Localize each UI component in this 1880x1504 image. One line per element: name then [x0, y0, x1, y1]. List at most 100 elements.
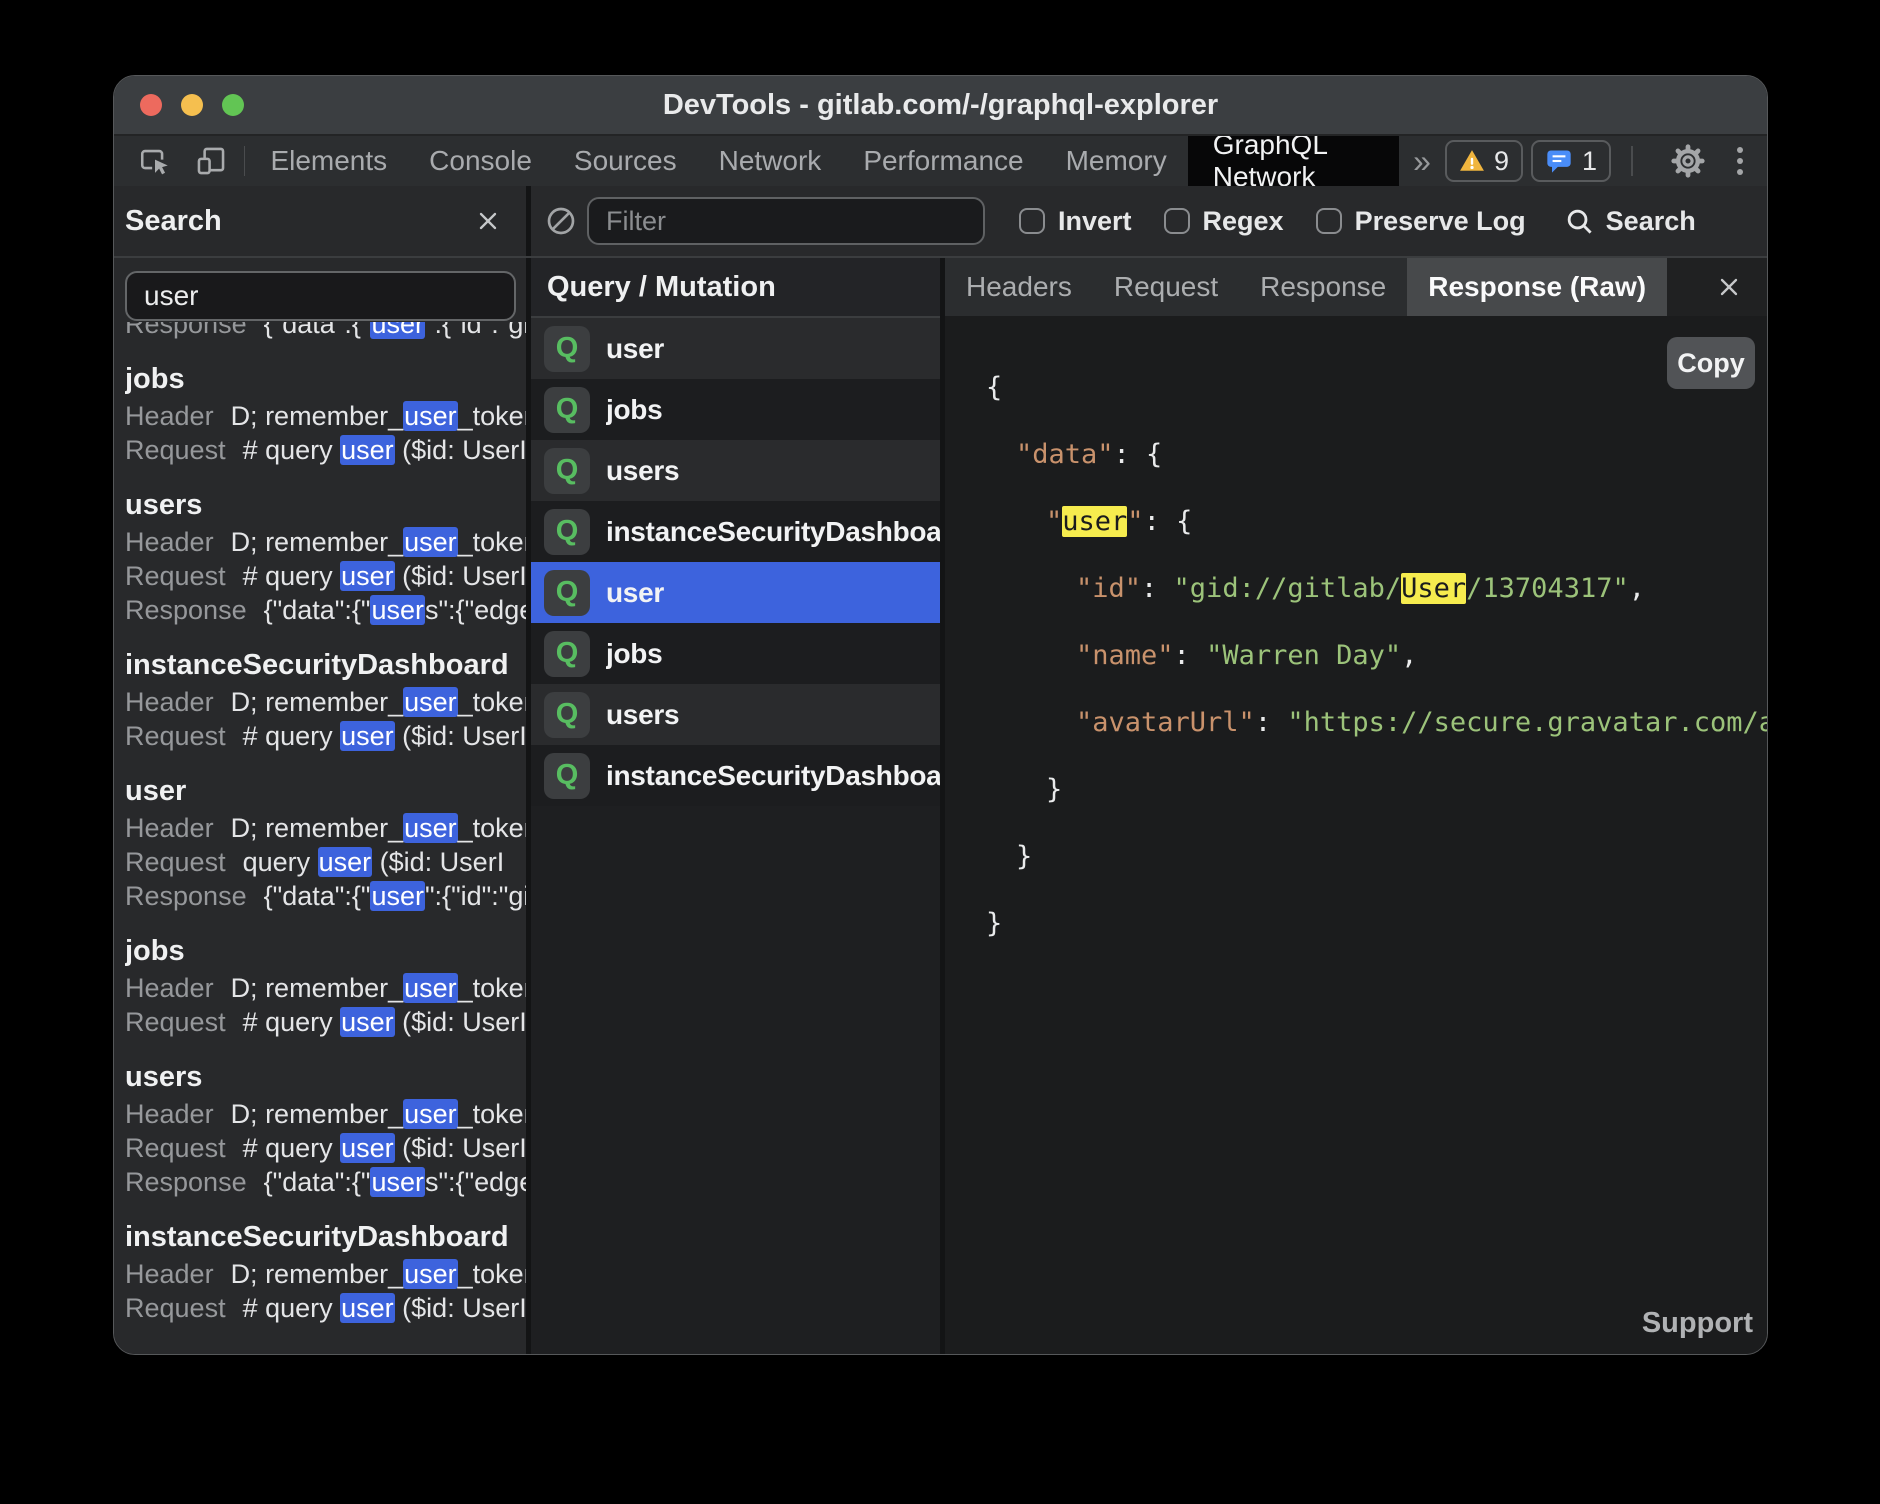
- tab-headers[interactable]: Headers: [945, 258, 1093, 316]
- query-item[interactable]: Qusers: [531, 440, 940, 501]
- filter-option-invert[interactable]: Invert: [1019, 206, 1132, 237]
- result-row[interactable]: HeaderD; remember_user_token=e: [125, 971, 526, 1005]
- result-row[interactable]: HeaderD; remember_user_token=e: [125, 1257, 526, 1291]
- result-row[interactable]: HeaderD; remember_user_token=e: [125, 685, 526, 719]
- screen: DevTools - gitlab.com/-/graphql-explorer: [0, 0, 1880, 1504]
- support-link[interactable]: Support: [1642, 1307, 1753, 1340]
- filter-input[interactable]: [587, 197, 985, 245]
- minimize-window-button[interactable]: [181, 94, 203, 116]
- result-row-text: ":{"id":"gid: [425, 322, 526, 339]
- close-detail-icon[interactable]: [1715, 273, 1743, 301]
- json-token: }: [1046, 774, 1062, 805]
- query-item-label: instanceSecurityDashboard: [606, 516, 940, 548]
- close-window-button[interactable]: [140, 94, 162, 116]
- query-item[interactable]: Qjobs: [531, 379, 940, 440]
- result-row-label: Response: [125, 1167, 247, 1197]
- query-item[interactable]: Qusers: [531, 684, 940, 745]
- match-highlight: user: [340, 721, 395, 751]
- result-row-label: Request: [125, 1293, 226, 1323]
- clear-filter-icon[interactable]: [545, 205, 577, 237]
- query-item[interactable]: Qjobs: [531, 623, 940, 684]
- result-group-name[interactable]: instanceSecurityDashboard: [125, 645, 526, 685]
- result-row-label: Request: [125, 1007, 226, 1037]
- filter-checkboxes: Invert Regex Preserve Log: [1019, 206, 1526, 237]
- more-menu-icon[interactable]: [1737, 147, 1743, 175]
- devtools-tab-performance[interactable]: Performance: [842, 136, 1044, 186]
- filter-option-regex[interactable]: Regex: [1164, 206, 1284, 237]
- result-row-text: {"data":{": [264, 595, 371, 625]
- query-item-label: users: [606, 455, 679, 487]
- checkbox[interactable]: [1019, 208, 1045, 234]
- tab-response-raw[interactable]: Response (Raw): [1407, 258, 1667, 316]
- settings-gear-icon[interactable]: [1669, 142, 1707, 180]
- result-row[interactable]: Request# query user ($id: UserI: [125, 1131, 526, 1165]
- match-highlight: user: [403, 1099, 458, 1129]
- json-token: :: [1141, 573, 1174, 604]
- maximize-window-button[interactable]: [222, 94, 244, 116]
- query-item-label: jobs: [606, 394, 662, 426]
- search-icon: [1564, 206, 1595, 237]
- filter-option-preserve-log[interactable]: Preserve Log: [1316, 206, 1526, 237]
- devtools-tab-memory[interactable]: Memory: [1045, 136, 1188, 186]
- result-group-name[interactable]: jobs: [125, 359, 526, 399]
- checkbox[interactable]: [1316, 208, 1342, 234]
- result-row[interactable]: HeaderD; remember_user_token=e: [125, 525, 526, 559]
- more-tabs-chevron[interactable]: »: [1399, 136, 1445, 186]
- result-group-name[interactable]: instanceSecurityDashboard: [125, 1217, 526, 1257]
- toolbar-search-toggle[interactable]: Search: [1564, 206, 1696, 237]
- result-row-text: D; remember_: [231, 401, 404, 431]
- result-row[interactable]: Request# query user ($id: UserI: [125, 719, 526, 753]
- devtools-tab-elements[interactable]: Elements: [249, 136, 408, 186]
- message-badge[interactable]: 1: [1531, 140, 1611, 182]
- search-input[interactable]: [125, 271, 516, 321]
- result-row[interactable]: Request# query user ($id: UserI: [125, 433, 526, 467]
- result-row[interactable]: HeaderD; remember_user_token=e: [125, 1097, 526, 1131]
- result-row[interactable]: Request# query user ($id: UserI: [125, 1291, 526, 1325]
- result-row[interactable]: Response{"data":{"user":{"id":"gid: [125, 322, 526, 341]
- json-token: : {: [1144, 506, 1193, 537]
- match-highlight: user: [340, 1133, 395, 1163]
- result-group-name[interactable]: users: [125, 1057, 526, 1097]
- devtools-tab-sources[interactable]: Sources: [553, 136, 698, 186]
- result-row[interactable]: HeaderD; remember_user_token=e: [125, 399, 526, 433]
- match-highlight: user: [370, 1167, 425, 1197]
- result-row[interactable]: Response{"data":{"user":{"id":"gid: [125, 879, 526, 913]
- result-row[interactable]: Response{"data":{"users":{"edges: [125, 1165, 526, 1199]
- query-type-icon: Q: [544, 326, 590, 372]
- json-token: "data": [1016, 439, 1114, 470]
- json-token: "id": [1076, 573, 1141, 604]
- checkbox[interactable]: [1164, 208, 1190, 234]
- result-row-text: {"data":{": [264, 881, 371, 911]
- result-group-name[interactable]: jobs: [125, 931, 526, 971]
- close-search-icon[interactable]: [474, 207, 502, 235]
- result-row-text: ($id: UserI: [395, 721, 526, 751]
- tab-response[interactable]: Response: [1239, 258, 1407, 316]
- devtools-tab-graphql-network[interactable]: GraphQL Network: [1188, 136, 1399, 186]
- chat-icon: [1545, 148, 1573, 174]
- tab-request[interactable]: Request: [1093, 258, 1239, 316]
- devtools-tabbar: ElementsConsoleSourcesNetworkPerformance…: [114, 136, 1767, 186]
- device-toolbar-icon[interactable]: [194, 144, 228, 178]
- result-row[interactable]: Request# query user ($id: UserI: [125, 559, 526, 593]
- warning-badge[interactable]: 9: [1445, 140, 1523, 182]
- message-count: 1: [1582, 146, 1597, 177]
- result-row-text: _token=e: [458, 527, 526, 557]
- query-item[interactable]: Quser: [531, 318, 940, 379]
- inspect-element-icon[interactable]: [138, 144, 172, 178]
- result-row[interactable]: HeaderD; remember_user_token=e: [125, 811, 526, 845]
- result-row[interactable]: Response{"data":{"users":{"edges: [125, 593, 526, 627]
- result-group-name[interactable]: users: [125, 485, 526, 525]
- copy-button[interactable]: Copy: [1667, 337, 1755, 389]
- result-row-label: Header: [125, 1099, 214, 1129]
- result-row[interactable]: Request# query user ($id: UserI: [125, 1005, 526, 1039]
- result-group-name[interactable]: user: [125, 771, 526, 811]
- result-row-text: D; remember_: [231, 1099, 404, 1129]
- result-row[interactable]: Requestquery user ($id: UserI: [125, 845, 526, 879]
- query-item[interactable]: QinstanceSecurityDashboard: [531, 745, 940, 806]
- devtools-tab-console[interactable]: Console: [408, 136, 553, 186]
- devtools-tab-network[interactable]: Network: [698, 136, 843, 186]
- partial-result-row[interactable]: Response{"data":{"user":{"id":"gid: [125, 322, 526, 341]
- query-item-selected[interactable]: Quser: [531, 562, 940, 623]
- query-item[interactable]: QinstanceSecurityDashboard: [531, 501, 940, 562]
- result-row-text: ($id: UserI: [395, 1007, 526, 1037]
